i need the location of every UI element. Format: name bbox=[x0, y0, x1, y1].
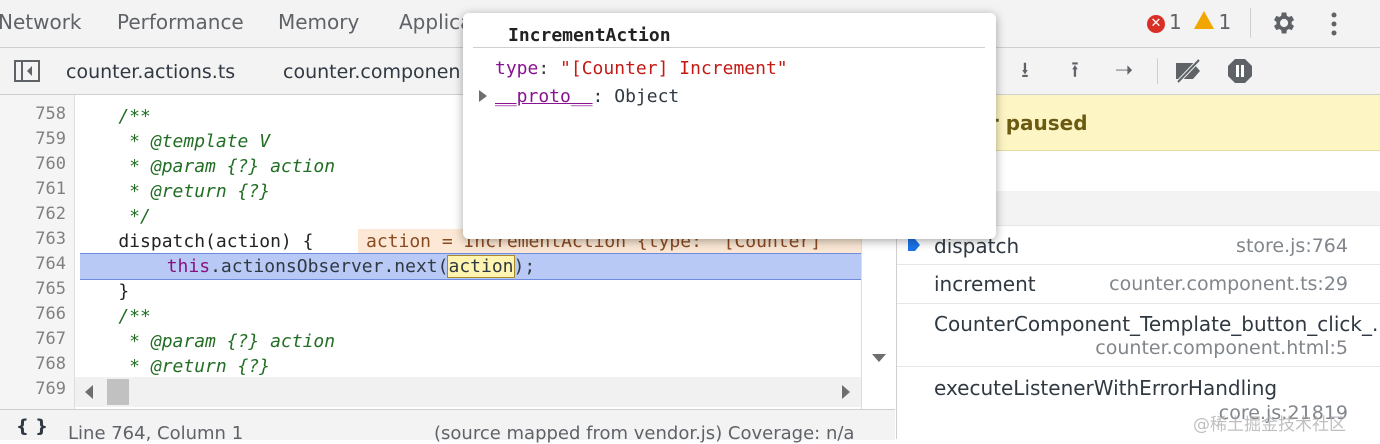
gear-icon[interactable] bbox=[1269, 9, 1297, 37]
code-line: /** bbox=[75, 306, 151, 327]
tab-application[interactable]: Applica bbox=[399, 10, 472, 34]
exec-indent bbox=[80, 256, 167, 277]
property-type: type: "[Counter] Increment" bbox=[495, 58, 788, 79]
issue-counter[interactable]: ✕ 1 1 bbox=[1147, 10, 1231, 34]
line-number[interactable]: 759 bbox=[35, 129, 66, 149]
warning-icon bbox=[1194, 11, 1215, 29]
error-icon: ✕ bbox=[1147, 15, 1165, 33]
scroll-right-icon[interactable] bbox=[842, 385, 850, 399]
paused-execution-line: this.actionsObserver.next(action); bbox=[80, 253, 861, 280]
line-number[interactable]: 767 bbox=[35, 329, 66, 349]
status-bar: { } Line 764, Column 1 (source mapped fr… bbox=[0, 409, 895, 444]
hovered-variable[interactable]: action bbox=[447, 255, 515, 278]
pause-on-exceptions-icon[interactable] bbox=[1227, 58, 1253, 84]
source-map-info: (source mapped from vendor.js) Coverage:… bbox=[434, 423, 855, 444]
divider bbox=[1157, 58, 1158, 84]
line-number[interactable]: 758 bbox=[35, 104, 66, 124]
frame-location: counter.component.ts:29 bbox=[1109, 273, 1348, 295]
property-value: "[Counter] Increment" bbox=[560, 58, 788, 79]
line-number[interactable]: 762 bbox=[35, 204, 66, 224]
pretty-print-button[interactable]: { } bbox=[16, 416, 48, 437]
tab-network[interactable]: Network bbox=[0, 10, 82, 34]
line-number[interactable]: 765 bbox=[35, 279, 66, 299]
code-line: } bbox=[75, 281, 130, 302]
expand-arrow-icon[interactable] bbox=[479, 90, 487, 102]
tab-performance[interactable]: Performance bbox=[117, 10, 244, 34]
step-out-icon[interactable]: ⭱ bbox=[1062, 58, 1088, 84]
line-number: 757 bbox=[35, 95, 66, 97]
this-keyword: this bbox=[166, 256, 211, 277]
line-number[interactable]: 761 bbox=[35, 179, 66, 199]
call-frame-increment[interactable]: increment counter.component.ts:29 bbox=[897, 265, 1380, 304]
line-number[interactable]: 766 bbox=[35, 304, 66, 324]
line-number[interactable]: 769 bbox=[35, 379, 66, 399]
tab-memory[interactable]: Memory bbox=[278, 10, 359, 34]
property-key: type bbox=[495, 58, 539, 79]
step-icon[interactable]: ➝ bbox=[1111, 58, 1137, 84]
line-number[interactable]: 764 bbox=[35, 254, 66, 274]
divider bbox=[1250, 8, 1251, 38]
line-number-gutter: 757 758 759 760 761 762 763 764 765 766 … bbox=[0, 95, 75, 409]
deactivate-breakpoints-icon[interactable] bbox=[1173, 58, 1205, 84]
code-line: * @return {?} bbox=[75, 356, 271, 377]
frame-function: executeListenerWithErrorHandling bbox=[934, 376, 1278, 400]
frame-function: CounterComponent_Template_button_click_.… bbox=[934, 312, 1380, 336]
line-number[interactable]: 768 bbox=[35, 354, 66, 374]
horizontal-scrollbar[interactable] bbox=[75, 377, 861, 407]
warning-count: 1 bbox=[1218, 10, 1232, 34]
call-frame-template-click[interactable]: CounterComponent_Template_button_click_.… bbox=[897, 304, 1380, 367]
scroll-thumb[interactable] bbox=[107, 379, 129, 405]
property-proto[interactable]: __proto__: Object bbox=[495, 86, 679, 107]
object-preview-popover: IncrementAction type: "[Counter] Increme… bbox=[463, 13, 996, 239]
scroll-left-icon[interactable] bbox=[85, 385, 93, 399]
toggle-navigator-icon[interactable] bbox=[14, 60, 40, 82]
more-options-icon[interactable] bbox=[1324, 10, 1344, 38]
code-line: * @param {?} action bbox=[75, 331, 336, 352]
frame-function: increment bbox=[934, 272, 1036, 296]
file-tab-counter-actions[interactable]: counter.actions.ts bbox=[66, 61, 235, 83]
divider bbox=[473, 47, 985, 48]
property-value: Object bbox=[614, 86, 680, 107]
frame-location: store.js:764 bbox=[1236, 235, 1348, 257]
exec-end: ); bbox=[513, 256, 536, 277]
error-count: 1 bbox=[1169, 10, 1182, 34]
frame-location: counter.component.html:5 bbox=[1095, 337, 1348, 359]
line-number[interactable]: 763 bbox=[35, 229, 66, 249]
watermark: @稀土掘金技术社区 bbox=[1193, 415, 1346, 435]
exec-call: .actionsObserver.next( bbox=[210, 256, 449, 277]
cursor-position: Line 764, Column 1 bbox=[68, 423, 244, 444]
property-key: __proto__ bbox=[495, 86, 593, 107]
scroll-down-icon[interactable] bbox=[872, 354, 886, 362]
popover-title: IncrementAction bbox=[508, 25, 671, 46]
step-into-icon[interactable]: ⭳ bbox=[1012, 58, 1038, 84]
file-tab-counter-component[interactable]: counter.componen bbox=[283, 61, 460, 83]
current-frame-arrow-icon bbox=[908, 239, 920, 251]
code-text: dispatch(action) { bbox=[75, 231, 314, 252]
line-number[interactable]: 760 bbox=[35, 154, 66, 174]
